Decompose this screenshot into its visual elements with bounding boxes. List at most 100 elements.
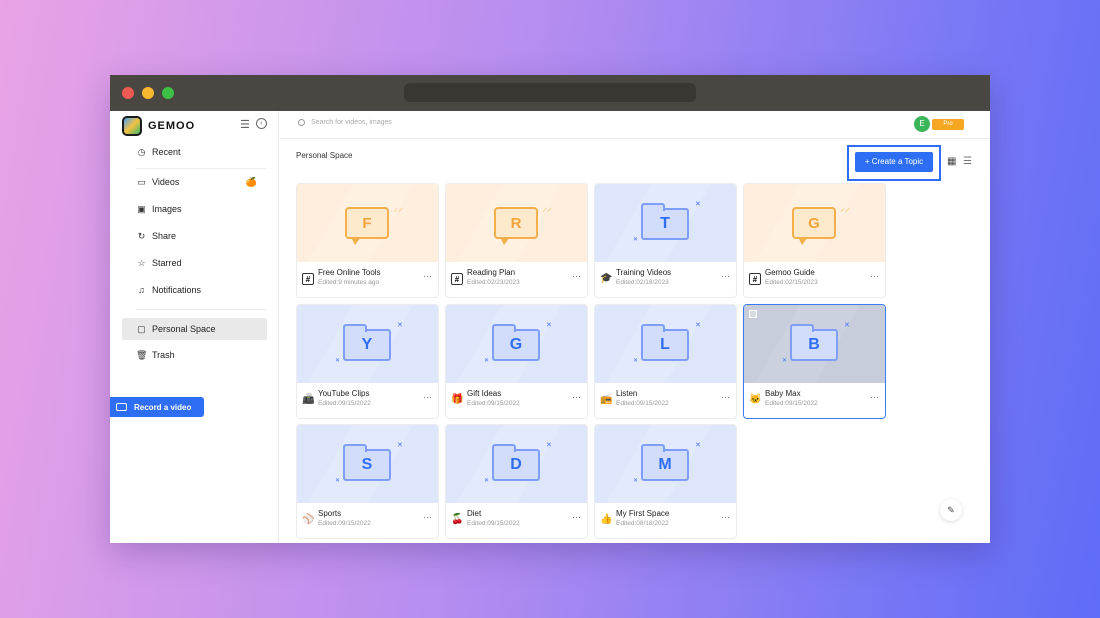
sparkle-icon: ✕	[546, 322, 552, 329]
more-options-icon[interactable]: ···	[721, 271, 730, 281]
topic-card[interactable]: L ✕ ✕ 📻 Listen Edited:09/15/2022 ···	[594, 304, 737, 419]
create-topic-highlight: + Create a Topic	[847, 145, 941, 181]
topic-info: 🍒 Diet Edited:09/15/2022 ···	[446, 505, 587, 538]
more-options-icon[interactable]: ···	[572, 392, 581, 402]
logo[interactable]: GEMOO	[122, 115, 195, 137]
sidebar-item-images[interactable]: ▣ Images	[122, 198, 267, 220]
pro-badge[interactable]: Pro	[932, 119, 964, 130]
sidebar-item-recent[interactable]: ◷ Recent	[122, 141, 267, 163]
menu-icon[interactable]: ☰	[240, 118, 250, 131]
topic-letter: B	[808, 336, 820, 353]
topic-card[interactable]: S ✕ ✕ ⚾ Sports Edited:09/15/2022 ···	[296, 424, 439, 539]
folder-icon: S	[343, 444, 391, 481]
more-options-icon[interactable]: ···	[572, 512, 581, 522]
sidebar-item-notifications[interactable]: ♫ Notifications	[122, 279, 267, 301]
edit-icon[interactable]: ✎	[940, 499, 962, 521]
topic-card[interactable]: Y ✕ ✕ 📠 YouTube Clips Edited:09/15/2022 ···	[296, 304, 439, 419]
nav-separator	[136, 168, 266, 169]
title-bar	[110, 75, 990, 111]
sparkle-icon: ✕	[397, 442, 403, 449]
topic-info: # Free Online Tools Edited:9 minutes ago ··…	[297, 264, 438, 297]
record-video-button[interactable]: Record a video	[110, 397, 204, 417]
topic-card[interactable]: M ✕ ✕ 👍 My First Space Edited:08/18/2022 ···	[594, 424, 737, 539]
folder-icon: D	[492, 444, 540, 481]
image-icon: ▣	[137, 203, 146, 214]
maximize-window-button[interactable]	[162, 87, 174, 99]
share-icon: ↻	[137, 230, 146, 241]
topic-card[interactable]: G ✕ ✕ 🎁 Gift Ideas Edited:09/15/2022 ···	[445, 304, 588, 419]
create-topic-button[interactable]: + Create a Topic	[855, 152, 933, 172]
topic-card[interactable]: G ⸝⸝ # Gemoo Guide Edited:02/15/2023 ···	[743, 183, 886, 298]
sidebar-item-label: Starred	[152, 258, 182, 268]
topic-letter: T	[660, 215, 670, 232]
more-options-icon[interactable]: ···	[572, 271, 581, 281]
topic-edited-date: Edited:09/15/2022	[318, 400, 371, 407]
folder-icon: G	[492, 324, 540, 361]
sparkle-icon: ✕	[695, 322, 701, 329]
topic-card[interactable]: R ⸝⸝ # Reading Plan Edited:02/23/2023 ···	[445, 183, 588, 298]
collapse-icon[interactable]: ‹	[255, 118, 267, 129]
topic-info: 🎓 Training Videos Edited:02/18/2023 ···	[595, 264, 736, 297]
sidebar-item-personal-space[interactable]: ▢ Personal Space	[122, 318, 267, 340]
sparkle-icon: ⸝⸝	[542, 203, 552, 214]
speech-bubble-icon: G	[792, 207, 836, 245]
search-input[interactable]: Search for videos, images	[298, 119, 392, 126]
select-checkbox[interactable]	[749, 310, 757, 318]
topic-thumbnail: S ✕ ✕	[297, 425, 438, 503]
hash-icon: #	[749, 273, 761, 285]
folder-icon: Y	[343, 324, 391, 361]
topic-emoji-icon: 📠	[302, 394, 315, 405]
sidebar-item-starred[interactable]: ☆ Starred	[122, 252, 267, 274]
topic-card[interactable]: B ✕ ✕ 🐱 Baby Max Edited:09/15/2022 ···	[743, 304, 886, 419]
more-options-icon[interactable]: ···	[721, 392, 730, 402]
topic-thumbnail: T ✕ ✕	[595, 184, 736, 262]
avatar[interactable]: E	[914, 116, 930, 132]
topic-card[interactable]: D ✕ ✕ 🍒 Diet Edited:09/15/2022 ···	[445, 424, 588, 539]
more-options-icon[interactable]: ···	[423, 512, 432, 522]
more-options-icon[interactable]: ···	[423, 392, 432, 402]
page-title: Personal Space	[296, 151, 353, 160]
sidebar-item-share[interactable]: ↻ Share	[122, 225, 267, 247]
more-options-icon[interactable]: ···	[721, 512, 730, 522]
more-options-icon[interactable]: ···	[423, 271, 432, 281]
sidebar-item-trash[interactable]: 🗑 Trash	[122, 344, 267, 366]
topic-name: My First Space	[616, 509, 670, 518]
bell-icon: ♫	[138, 285, 145, 295]
minimize-window-button[interactable]	[142, 87, 154, 99]
list-view-icon[interactable]: ☰	[963, 156, 972, 167]
close-window-button[interactable]	[122, 87, 134, 99]
topic-card[interactable]: T ✕ ✕ 🎓 Training Videos Edited:02/18/2023 ···	[594, 183, 737, 298]
sidebar-item-label: Images	[152, 204, 182, 214]
address-bar[interactable]	[404, 83, 696, 102]
topic-edited-date: Edited:09/15/2022	[765, 400, 818, 407]
more-options-icon[interactable]: ···	[870, 271, 879, 281]
topic-name: Training Videos	[616, 268, 672, 277]
topic-letter: M	[658, 456, 672, 473]
topic-edited-date: Edited:09/15/2022	[616, 400, 669, 407]
sparkle-icon: ✕	[633, 358, 639, 364]
sidebar-item-videos[interactable]: ▭ Videos 🍊	[122, 171, 267, 193]
topic-card[interactable]: F ⸝⸝ # Free Online Tools Edited:9 minutes ag…	[296, 183, 439, 298]
topic-edited-date: Edited:09/15/2022	[467, 400, 520, 407]
topic-name: YouTube Clips	[318, 389, 370, 398]
topic-edited-date: Edited:9 minutes ago	[318, 279, 380, 286]
sparkle-icon: ⸝⸝	[840, 203, 850, 214]
hash-icon: #	[302, 273, 314, 285]
grid-view-icon[interactable]: ▦	[947, 156, 956, 167]
topic-letter: Y	[361, 336, 373, 353]
sparkle-icon: ✕	[484, 478, 490, 484]
sidebar-item-label: Share	[152, 231, 177, 241]
sparkle-icon: ⸝⸝	[393, 203, 403, 214]
topic-info: 🎁 Gift Ideas Edited:09/15/2022 ···	[446, 385, 587, 418]
topic-emoji-icon: 👍	[600, 514, 613, 525]
camera-icon	[116, 403, 127, 411]
sparkle-icon: ✕	[695, 442, 701, 449]
topic-thumbnail: G ✕ ✕	[446, 305, 587, 383]
topic-info: 📠 YouTube Clips Edited:09/15/2022 ···	[297, 385, 438, 418]
folder-icon: ▢	[137, 323, 146, 334]
topic-emoji-icon: 📻	[600, 394, 613, 405]
star-icon: ☆	[137, 257, 146, 268]
sidebar-nav: ◷ Recent ▭ Videos 🍊 ▣ Images ↻ Share ☆ Starred ♫ Not…	[122, 141, 267, 370]
more-options-icon[interactable]: ···	[870, 392, 879, 402]
topic-thumbnail: D ✕ ✕	[446, 425, 587, 503]
